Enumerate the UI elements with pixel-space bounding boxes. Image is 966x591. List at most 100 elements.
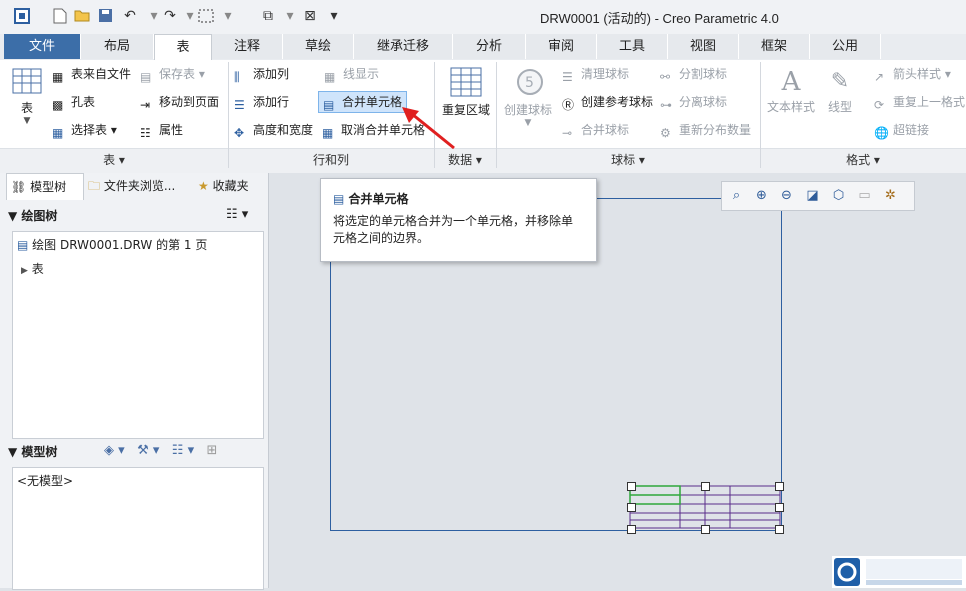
customize-toolbar-icon[interactable]: ▾: [326, 8, 342, 24]
create-balloon-button[interactable]: 5 创建球标 ▼: [500, 66, 556, 128]
refit-icon[interactable]: ⌕: [728, 187, 745, 204]
zoom-in-icon[interactable]: ⊕: [753, 187, 770, 204]
app-icon[interactable]: [14, 8, 30, 24]
table-button[interactable]: 表 ▼: [8, 66, 46, 126]
settings-icon[interactable]: ☷: [172, 443, 184, 458]
tree-item-table[interactable]: ▶ 表: [21, 260, 44, 277]
tab-tools[interactable]: 工具: [597, 34, 668, 59]
table-handle[interactable]: [627, 525, 636, 534]
watermark-logo-icon: [832, 556, 966, 588]
group-label-format[interactable]: 格式 ▾: [760, 150, 966, 170]
create-ref-balloon-button[interactable]: Ⓡ 创建参考球标: [562, 92, 653, 112]
tree-item-drawing-page[interactable]: ▤ 绘图 DRW0001.DRW 的第 1 页: [17, 236, 207, 253]
show-icon[interactable]: ◈: [104, 443, 114, 458]
sheets-icon[interactable]: ▭: [856, 187, 873, 204]
tab-sketch[interactable]: 草绘: [283, 34, 354, 59]
model-tree-toolbar: ◈ ▾ ⚒ ▾ ☷ ▾ ⊞: [104, 443, 218, 458]
clean-balloons-button[interactable]: ☰ 清理球标: [562, 64, 629, 84]
redo-icon[interactable]: ↷: [162, 8, 178, 24]
select-table-label: 选择表: [71, 123, 108, 137]
datum-display-icon[interactable]: ✲: [882, 187, 899, 204]
create-balloon-dropdown-icon: ▼: [524, 118, 532, 128]
text-style-icon: A: [781, 67, 801, 97]
arrow-style-button[interactable]: ↗ 箭头样式 ▾: [874, 64, 951, 84]
move-to-page-button[interactable]: ⇥ 移动到页面: [140, 92, 219, 112]
drawing-tree-title: 绘图树: [21, 209, 58, 223]
save-icon[interactable]: [97, 8, 113, 24]
add-row-button[interactable]: ☰ 添加行: [234, 92, 289, 112]
table-icon: [12, 68, 42, 94]
tab-annotate[interactable]: 注释: [212, 34, 283, 59]
model-tree-header[interactable]: ▼ 模型树: [8, 441, 57, 463]
line-display-button[interactable]: ▦ 线显示: [324, 64, 379, 84]
model-tree-icon: ⛓: [11, 180, 27, 194]
table-from-file-button[interactable]: ▦ 表来自文件: [52, 64, 131, 84]
drawing-page-icon: ▤: [17, 238, 29, 252]
select-box-icon[interactable]: [198, 8, 214, 24]
tab-legacy-migration[interactable]: 继承迁移: [354, 34, 453, 59]
regenerate-icon[interactable]: ⧉: [260, 8, 276, 24]
tab-layout[interactable]: 布局: [81, 34, 154, 59]
tree-settings-icon[interactable]: ☷ ▾: [226, 207, 248, 222]
text-style-button[interactable]: A 文本样式: [764, 66, 818, 115]
undo-dropdown-icon[interactable]: ▾: [146, 8, 162, 24]
redo-dropdown-icon[interactable]: ▾: [182, 8, 198, 24]
table-handle[interactable]: [627, 503, 636, 512]
selected-cells[interactable]: [629, 485, 681, 505]
redistribute-button[interactable]: ⚙ 重新分布数量: [660, 120, 751, 140]
create-ref-balloon-label: 创建参考球标: [581, 95, 654, 109]
ribbon-tabs: 文件 布局 表 注释 草绘 继承迁移 分析 审阅 工具 视图 框架 公用: [0, 34, 966, 61]
tab-favorites-label: 收藏夹: [212, 179, 249, 193]
hyperlink-button[interactable]: 🌐 超链接: [874, 120, 929, 140]
split-balloons-icon: ⚯: [660, 70, 671, 84]
tab-analysis[interactable]: 分析: [453, 34, 526, 59]
properties-button[interactable]: ☷ 属性: [140, 120, 183, 140]
filter-icon[interactable]: ⊞: [207, 443, 218, 458]
close-window-icon[interactable]: ⊠: [302, 8, 318, 24]
tab-file[interactable]: 文件: [4, 34, 81, 59]
redistribute-icon: ⚙: [660, 126, 671, 140]
hole-table-button[interactable]: ▩ 孔表: [52, 92, 95, 112]
tab-model-tree[interactable]: ⛓ 模型树: [6, 173, 84, 200]
tab-review[interactable]: 审阅: [526, 34, 597, 59]
new-file-icon[interactable]: [52, 8, 68, 24]
zoom-out-icon[interactable]: ⊖: [778, 187, 795, 204]
move-page-icon: ⇥: [140, 98, 151, 112]
display-style-icon[interactable]: ⬡: [830, 187, 847, 204]
tab-table[interactable]: 表: [154, 34, 212, 61]
split-balloons-button[interactable]: ⚯ 分割球标: [660, 64, 727, 84]
height-width-button[interactable]: ✥ 高度和宽度: [234, 120, 313, 140]
line-style-button[interactable]: ✎ 线型: [822, 66, 858, 115]
table-handle[interactable]: [701, 482, 710, 491]
regenerate-dropdown-icon[interactable]: ▾: [282, 8, 298, 24]
repeat-last-format-button[interactable]: ⟳ 重复上一格式: [874, 92, 965, 112]
tab-framework[interactable]: 框架: [739, 34, 810, 59]
detach-balloons-button[interactable]: ⊶ 分离球标: [660, 92, 727, 112]
select-table-button[interactable]: ▦ 选择表 ▾: [52, 120, 117, 140]
navigator-panel: ⛓ 模型树 🗀 文件夹浏览... ★ 收藏夹 ▼ 绘图树 ☷ ▾ ▤ 绘图 DR…: [0, 173, 269, 590]
repaint-icon[interactable]: ◪: [804, 187, 821, 204]
select-dropdown-icon[interactable]: ▾: [220, 8, 236, 24]
tab-common[interactable]: 公用: [810, 34, 881, 59]
add-row-icon: ☰: [234, 98, 245, 112]
drawing-tree-header[interactable]: ▼ 绘图树: [8, 205, 57, 227]
table-handle[interactable]: [627, 482, 636, 491]
merge-cells-button[interactable]: ▤ 合并单元格: [318, 91, 408, 113]
table-handle[interactable]: [701, 525, 710, 534]
table-handle[interactable]: [775, 482, 784, 491]
group-label-balloon[interactable]: 球标 ▾: [496, 150, 760, 170]
group-label-table[interactable]: 表 ▾: [0, 150, 228, 170]
tab-favorites[interactable]: ★ 收藏夹: [194, 173, 268, 199]
tab-folder-browser[interactable]: 🗀 文件夹浏览...: [84, 173, 192, 199]
merge-balloons-button[interactable]: ⊸ 合并球标: [562, 120, 629, 140]
hyperlink-label: 超链接: [893, 123, 930, 137]
table-handle[interactable]: [775, 525, 784, 534]
table-handle[interactable]: [775, 503, 784, 512]
save-table-button[interactable]: ▤ 保存表 ▾: [140, 64, 205, 84]
add-column-button[interactable]: ⫼ 添加列: [234, 64, 289, 84]
model-tree: <无模型>: [12, 467, 264, 590]
open-folder-icon[interactable]: [74, 8, 90, 24]
undo-icon[interactable]: ↶: [122, 8, 138, 24]
tools-icon[interactable]: ⚒: [137, 443, 149, 458]
tab-view[interactable]: 视图: [668, 34, 739, 59]
